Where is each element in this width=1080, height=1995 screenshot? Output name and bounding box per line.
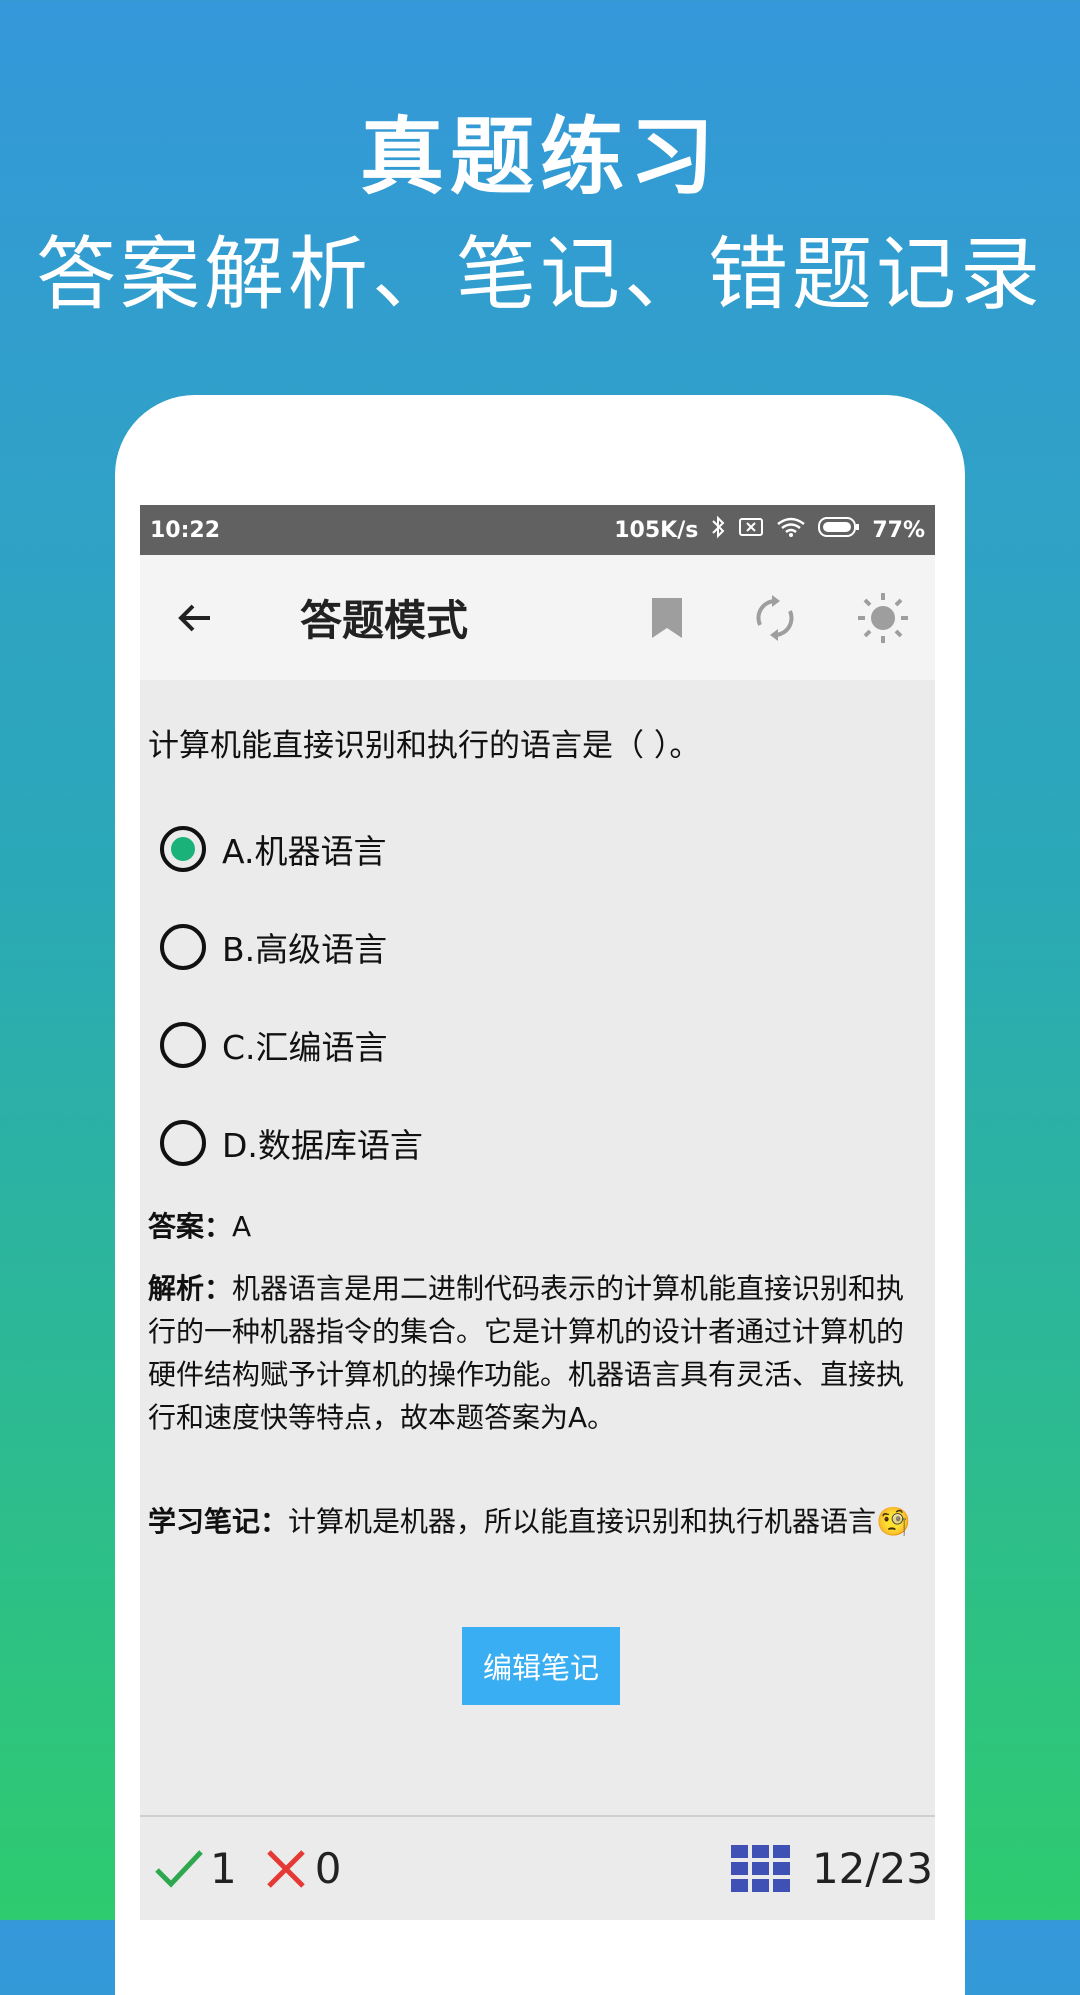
- option-label: B.高级语言: [222, 930, 388, 969]
- note-label: 学习笔记：: [148, 1505, 289, 1538]
- option-b[interactable]: B.高级语言: [160, 898, 423, 996]
- app-bar: 答题模式: [140, 555, 935, 680]
- brightness-button[interactable]: [849, 584, 917, 652]
- option-label: A.机器语言: [222, 832, 387, 871]
- radio-unselected[interactable]: [160, 924, 206, 970]
- answer: 答案：A: [148, 1205, 251, 1245]
- sync-button[interactable]: [741, 584, 809, 652]
- status-time: 10:22: [150, 517, 221, 543]
- analysis: 解析：机器语言是用二进制代码表示的计算机能直接识别和执行的一种机器指令的集合。它…: [148, 1267, 928, 1439]
- page-title: 答题模式: [300, 596, 469, 645]
- study-note: 学习笔记：计算机是机器，所以能直接识别和执行机器语言🧐: [148, 1500, 928, 1543]
- analysis-text: 机器语言是用二进制代码表示的计算机能直接识别和执行的一种机器指令的集合。它是计算…: [148, 1272, 905, 1434]
- battery-icon: [818, 516, 860, 544]
- radio-selected[interactable]: [160, 826, 206, 872]
- note-text: 计算机是机器，所以能直接识别和执行机器语言🧐: [288, 1505, 911, 1538]
- status-bar: 10:22 105K/s 77%: [140, 505, 935, 555]
- network-speed: 105K/s: [614, 517, 699, 543]
- app-screen: 10:22 105K/s 77% 答题模式 计算机能直接识别和执行的语言是（ ）…: [140, 505, 935, 1920]
- option-a[interactable]: A.机器语言: [160, 800, 423, 898]
- question-progress: 12/23: [811, 1844, 933, 1893]
- correct-count[interactable]: 1: [154, 1844, 237, 1893]
- wrong-number: 0: [314, 1844, 342, 1893]
- promo-title: 真题练习: [359, 108, 720, 206]
- edit-note-button[interactable]: 编辑笔记: [462, 1627, 620, 1705]
- option-c[interactable]: C.汇编语言: [160, 996, 423, 1094]
- radio-unselected[interactable]: [160, 1120, 206, 1166]
- promo-subtitle: 答案解析、笔记、错题记录: [36, 228, 1044, 321]
- bookmark-button[interactable]: [633, 584, 701, 652]
- bluetooth-icon: [710, 515, 726, 545]
- option-label: D.数据库语言: [222, 1126, 423, 1165]
- grid-icon[interactable]: [730, 1845, 790, 1892]
- cross-icon: [266, 1849, 305, 1888]
- answer-label: 答案：: [148, 1210, 233, 1243]
- correct-number: 1: [210, 1844, 237, 1893]
- progress-group: 12/23: [730, 1844, 935, 1893]
- wifi-icon: [776, 516, 806, 544]
- question-text: 计算机能直接识别和执行的语言是（ ）。: [148, 728, 701, 764]
- wrong-count[interactable]: 0: [265, 1844, 342, 1893]
- answer-value: A: [232, 1210, 252, 1243]
- bookmark-icon: [652, 597, 682, 638]
- sync-icon: [756, 594, 794, 641]
- back-button[interactable]: [160, 583, 230, 653]
- analysis-label: 解析：: [148, 1272, 233, 1305]
- check-icon: [155, 1849, 203, 1888]
- option-label: C.汇编语言: [222, 1028, 388, 1067]
- option-d[interactable]: D.数据库语言: [160, 1094, 423, 1192]
- brightness-icon: [858, 592, 908, 643]
- battery-level: 77%: [872, 517, 925, 543]
- arrow-back-icon: [178, 604, 210, 631]
- options-list: A.机器语言 B.高级语言 C.汇编语言 D.数据库语言: [160, 800, 423, 1192]
- bottom-bar: 1 0 12/23: [140, 1817, 935, 1920]
- radio-unselected[interactable]: [160, 1022, 206, 1068]
- no-sim-icon: [738, 517, 764, 543]
